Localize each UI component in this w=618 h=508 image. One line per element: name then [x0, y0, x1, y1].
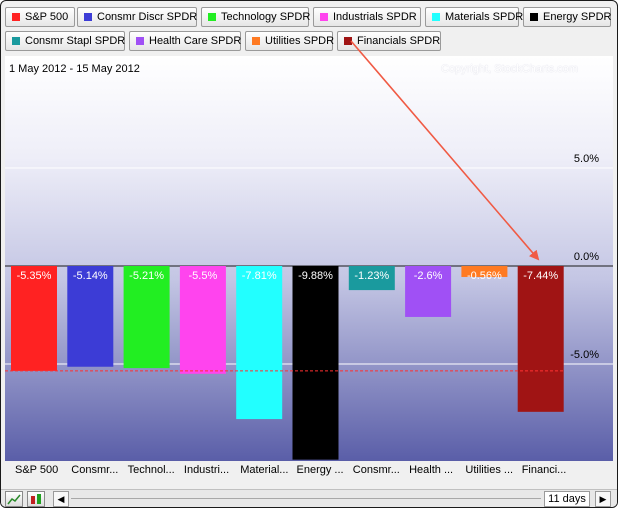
y-tick-label: -5.0%: [570, 349, 599, 361]
chart-window: S&P 500 Consmr Discr SPDR Technology SPDR I…: [0, 0, 618, 508]
bar-value-label: -9.88%: [298, 270, 333, 282]
timeline-track[interactable]: [71, 498, 541, 499]
y-tick-label: 5.0%: [573, 153, 599, 165]
legend-item[interactable]: Consmr Discr SPDR: [77, 7, 197, 27]
date-range: 1 May 2012 - 15 May 2012: [9, 63, 140, 75]
legend-swatch-icon: [12, 13, 20, 21]
legend-item[interactable]: Materials SPDR: [425, 7, 523, 27]
bar-value-label: -7.81%: [241, 270, 277, 282]
bar-value-label: -5.21%: [129, 270, 165, 282]
bottom-toolbar: ◀ 11 days ▶: [1, 489, 617, 507]
legend-swatch-icon: [84, 13, 92, 21]
legend-item[interactable]: Technology SPDR: [201, 7, 311, 27]
legend-label: Consmr Discr SPDR: [97, 11, 198, 23]
copyright-text: Copyright, StockCharts.com: [441, 63, 578, 75]
legend-swatch-icon: [136, 37, 144, 45]
period-selector[interactable]: 11 days: [544, 491, 590, 507]
line-chart-icon: [7, 494, 21, 505]
legend-label: Financials SPDR: [357, 35, 441, 47]
scroll-right-button[interactable]: ▶: [595, 491, 611, 507]
bar-value-label: -7.44%: [523, 270, 559, 282]
bar-chart-button[interactable]: [27, 491, 45, 507]
bar-value-label: -0.56%: [466, 270, 502, 282]
bar-value-label: -2.6%: [413, 270, 443, 282]
bar-value-label: -5.5%: [188, 270, 218, 282]
legend-swatch-icon: [320, 13, 328, 21]
legend-swatch-icon: [12, 37, 20, 45]
legend-label: Utilities SPDR: [265, 35, 335, 47]
legend-item[interactable]: Financials SPDR: [337, 31, 441, 51]
bar[interactable]: [236, 266, 283, 420]
legend-swatch-icon: [432, 13, 440, 21]
bar[interactable]: [517, 266, 564, 412]
legend-label: Materials SPDR: [445, 11, 524, 23]
legend-label: Health Care SPDR: [149, 35, 242, 47]
legend-label: Technology SPDR: [221, 11, 311, 23]
legend-label: Industrials SPDR: [333, 11, 417, 23]
legend-swatch-icon: [344, 37, 352, 45]
bar-chart-icon: [31, 494, 41, 504]
legend-item[interactable]: Energy SPDR: [523, 7, 611, 27]
legend-item[interactable]: Utilities SPDR: [245, 31, 335, 51]
y-tick-label: 0.0%: [573, 251, 599, 263]
legend-item[interactable]: Health Care SPDR: [129, 31, 241, 51]
bar-value-label: -1.23%: [354, 270, 390, 282]
bar[interactable]: [292, 266, 339, 460]
legend-item[interactable]: Industrials SPDR: [313, 7, 421, 27]
line-chart-button[interactable]: [5, 491, 23, 507]
scroll-left-button[interactable]: ◀: [53, 491, 69, 507]
bar[interactable]: [179, 266, 226, 374]
plot-svg: [5, 56, 613, 461]
legend-swatch-icon: [208, 13, 216, 21]
bar-value-label: -5.14%: [72, 270, 108, 282]
x-tick-label: Financi...: [521, 464, 567, 476]
bar-value-label: -5.35%: [16, 270, 52, 282]
legend-label: Consmr Stapl SPDR: [25, 35, 126, 47]
legend-swatch-icon: [252, 37, 260, 45]
legend-swatch-icon: [530, 13, 538, 21]
legend-item[interactable]: Consmr Stapl SPDR: [5, 31, 125, 51]
legend-item[interactable]: S&P 500: [5, 7, 75, 27]
legend-label: S&P 500: [25, 11, 69, 23]
legend-label: Energy SPDR: [543, 11, 612, 23]
plot-area: [5, 56, 613, 461]
